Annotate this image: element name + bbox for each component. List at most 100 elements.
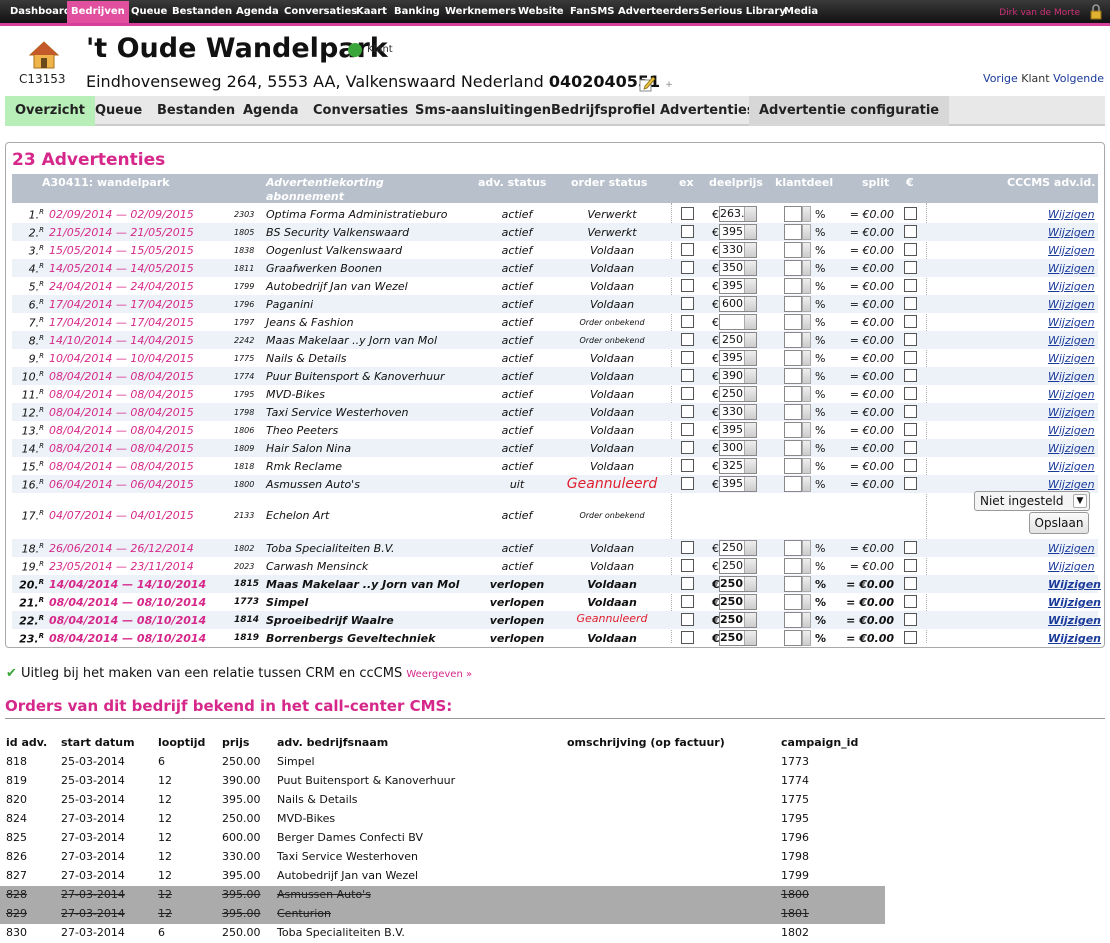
stepper-arrows-icon[interactable] xyxy=(802,576,811,592)
stepper-arrows-icon[interactable] xyxy=(802,368,811,384)
nav-item-queue[interactable]: Queue xyxy=(127,1,171,23)
nav-item-website[interactable]: Website xyxy=(514,1,568,23)
edit-link[interactable]: Wijzigen xyxy=(1048,442,1095,455)
deelprijs-stepper[interactable]: 250 xyxy=(719,558,757,574)
stepper-arrows-icon[interactable] xyxy=(744,243,756,257)
stepper-arrows-icon[interactable] xyxy=(802,594,811,610)
stepper-arrows-icon[interactable] xyxy=(802,404,811,420)
tab-sms-aansluitingen[interactable]: Sms-aansluitingen xyxy=(405,96,561,126)
deelprijs-stepper[interactable]: 350 xyxy=(719,260,757,276)
deelprijs-stepper[interactable]: 330 xyxy=(719,242,757,258)
stepper-arrows-icon[interactable] xyxy=(744,261,756,275)
tab-overzicht[interactable]: Overzicht xyxy=(5,96,95,126)
stepper-arrows-icon[interactable] xyxy=(744,279,756,293)
deelprijs-stepper[interactable]: 250 xyxy=(719,594,757,610)
stepper-arrows-icon[interactable] xyxy=(802,296,811,312)
deelprijs-stepper[interactable]: 250 xyxy=(719,630,757,646)
deelprijs-stepper[interactable]: 250 xyxy=(719,386,757,402)
ex-checkbox[interactable] xyxy=(681,207,694,220)
klantdeel-input[interactable] xyxy=(784,260,802,276)
stepper-arrows-icon[interactable] xyxy=(744,631,756,645)
stepper-arrows-icon[interactable] xyxy=(802,350,811,366)
stepper-arrows-icon[interactable] xyxy=(802,314,811,330)
tab-agenda[interactable]: Agenda xyxy=(233,96,309,126)
stepper-arrows-icon[interactable] xyxy=(744,297,756,311)
ex-checkbox[interactable] xyxy=(681,297,694,310)
edit-link[interactable]: Wijzigen xyxy=(1048,614,1101,627)
klantdeel-input[interactable] xyxy=(784,594,802,610)
stepper-arrows-icon[interactable] xyxy=(802,630,811,646)
euro-checkbox[interactable] xyxy=(904,351,917,364)
ex-checkbox[interactable] xyxy=(681,459,694,472)
klantdeel-input[interactable] xyxy=(784,224,802,240)
edit-link[interactable]: Wijzigen xyxy=(1048,262,1095,275)
tab-bedrijfsprofiel[interactable]: Bedrijfsprofiel xyxy=(541,96,665,126)
tab-queue[interactable]: Queue xyxy=(85,96,152,126)
deelprijs-stepper[interactable]: 395 xyxy=(719,224,757,240)
klantdeel-input[interactable] xyxy=(784,558,802,574)
stepper-arrows-icon[interactable] xyxy=(802,224,811,240)
tab-bestanden[interactable]: Bestanden xyxy=(147,96,245,126)
stepper-arrows-icon[interactable] xyxy=(744,423,756,437)
edit-link[interactable]: Wijzigen xyxy=(1048,226,1095,239)
edit-link[interactable]: Wijzigen xyxy=(1048,632,1101,645)
klantdeel-input[interactable] xyxy=(784,540,802,556)
stepper-arrows-icon[interactable] xyxy=(802,458,811,474)
deelprijs-stepper[interactable]: 250 xyxy=(719,332,757,348)
euro-checkbox[interactable] xyxy=(904,297,917,310)
stepper-arrows-icon[interactable] xyxy=(802,612,811,628)
ex-checkbox[interactable] xyxy=(681,351,694,364)
edit-link[interactable]: Wijzigen xyxy=(1048,388,1095,401)
klantdeel-input[interactable] xyxy=(784,296,802,312)
edit-link[interactable]: Wijzigen xyxy=(1048,478,1095,491)
euro-checkbox[interactable] xyxy=(904,477,917,490)
stepper-arrows-icon[interactable] xyxy=(744,405,756,419)
ex-checkbox[interactable] xyxy=(681,243,694,256)
euro-checkbox[interactable] xyxy=(904,261,917,274)
klantdeel-input[interactable] xyxy=(784,206,802,222)
edit-link[interactable]: Wijzigen xyxy=(1048,316,1095,329)
ex-checkbox[interactable] xyxy=(681,315,694,328)
euro-checkbox[interactable] xyxy=(904,441,917,454)
deelprijs-stepper[interactable]: 390 xyxy=(719,368,757,384)
tab-advertenties[interactable]: Advertenties xyxy=(650,96,765,126)
edit-link[interactable]: Wijzigen xyxy=(1048,596,1101,609)
deelprijs-stepper[interactable]: 250 xyxy=(719,576,757,592)
klantdeel-input[interactable] xyxy=(784,314,802,330)
euro-checkbox[interactable] xyxy=(904,333,917,346)
stepper-arrows-icon[interactable] xyxy=(802,540,811,556)
euro-checkbox[interactable] xyxy=(904,595,917,608)
edit-link[interactable]: Wijzigen xyxy=(1048,578,1101,591)
nav-item-dashboard[interactable]: Dashboard xyxy=(6,1,75,23)
show-link[interactable]: Weergeven » xyxy=(406,669,472,680)
euro-checkbox[interactable] xyxy=(904,541,917,554)
stepper-arrows-icon[interactable] xyxy=(802,440,811,456)
deelprijs-stepper[interactable]: 395 xyxy=(719,476,757,492)
deelprijs-stepper[interactable]: 395 xyxy=(719,278,757,294)
klantdeel-input[interactable] xyxy=(784,440,802,456)
euro-checkbox[interactable] xyxy=(904,369,917,382)
euro-checkbox[interactable] xyxy=(904,225,917,238)
stepper-arrows-icon[interactable] xyxy=(744,387,756,401)
klantdeel-input[interactable] xyxy=(784,332,802,348)
stepper-arrows-icon[interactable] xyxy=(802,242,811,258)
nav-item-werknemers[interactable]: Werknemers xyxy=(441,1,520,23)
ex-checkbox[interactable] xyxy=(681,423,694,436)
deelprijs-stepper[interactable] xyxy=(719,314,757,330)
config-select[interactable]: Niet ingesteld ▼ xyxy=(974,491,1090,511)
ex-checkbox[interactable] xyxy=(681,477,694,490)
deelprijs-stepper[interactable]: 325 xyxy=(719,458,757,474)
stepper-arrows-icon[interactable] xyxy=(744,207,756,221)
stepper-arrows-icon[interactable] xyxy=(744,577,756,591)
nav-item-bedrijven[interactable]: Bedrijven xyxy=(67,1,129,23)
euro-checkbox[interactable] xyxy=(904,387,917,400)
stepper-arrows-icon[interactable] xyxy=(744,559,756,573)
user-name[interactable]: Dirk van de Morte xyxy=(999,8,1080,18)
edit-pencil-icon[interactable] xyxy=(638,74,656,92)
deelprijs-stepper[interactable]: 300 xyxy=(719,440,757,456)
ex-checkbox[interactable] xyxy=(681,225,694,238)
stepper-arrows-icon[interactable] xyxy=(744,459,756,473)
euro-checkbox[interactable] xyxy=(904,243,917,256)
klantdeel-input[interactable] xyxy=(784,404,802,420)
edit-link[interactable]: Wijzigen xyxy=(1048,560,1095,573)
